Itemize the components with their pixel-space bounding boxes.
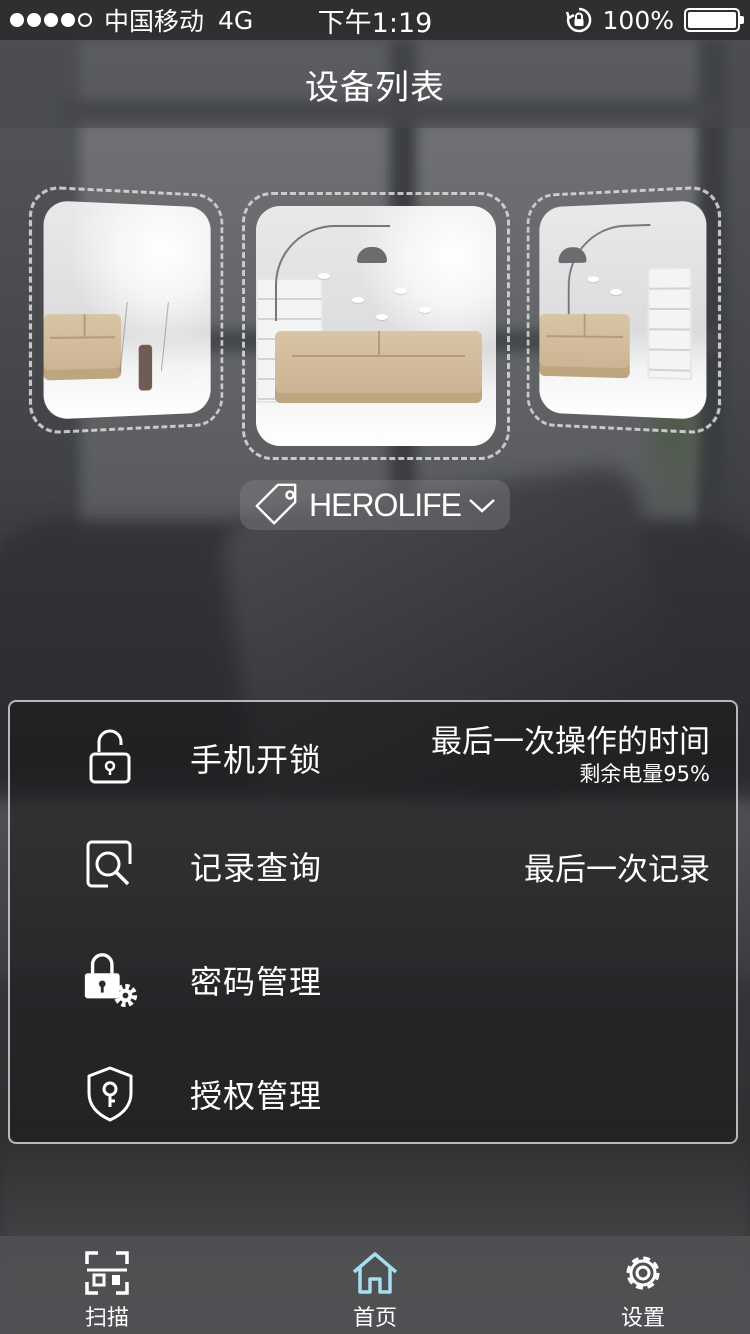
menu-label-authorize: 授权管理 [190, 1077, 323, 1115]
tag-icon [255, 483, 297, 525]
menu-label-records: 记录查询 [190, 849, 323, 887]
menu-item-unlock[interactable]: 手机开锁 最后一次操作的时间 剩余电量95% [10, 702, 736, 814]
room-image [539, 200, 707, 420]
tab-settings[interactable]: 设置 [568, 1236, 718, 1334]
unlock-icon [89, 729, 131, 784]
room-image [256, 206, 496, 446]
shield-key-icon [87, 1066, 133, 1122]
page-title: 设备列表 [305, 67, 445, 108]
scan-icon [85, 1251, 129, 1295]
last-operation-time: 最后一次操作的时间 [431, 724, 710, 760]
tab-home[interactable]: 首页 [300, 1236, 450, 1334]
menu-item-password[interactable]: 密码管理 [10, 924, 736, 1036]
tab-label-home: 首页 [352, 1306, 397, 1331]
device-carousel[interactable] [0, 184, 750, 468]
battery-remaining: 剩余电量95% [579, 762, 710, 786]
lock-gear-icon [84, 953, 138, 1008]
menu-item-records[interactable]: 记录查询 最后一次记录 [10, 810, 736, 922]
battery-percent: 100% [602, 5, 674, 35]
home-icon [352, 1252, 398, 1294]
menu-label-password: 密码管理 [190, 963, 323, 1001]
device-name: HEROLIFE [308, 486, 462, 523]
menu-item-authorize[interactable]: 授权管理 [10, 1038, 736, 1150]
room-image [43, 200, 211, 420]
last-record: 最后一次记录 [524, 851, 710, 888]
device-card-current[interactable] [242, 192, 510, 460]
device-card-next[interactable] [526, 184, 722, 436]
action-menu: 手机开锁 最后一次操作的时间 剩余电量95% 记录查询 最后一次记录 密码管理 … [8, 700, 738, 1144]
tab-label-scan: 扫描 [84, 1306, 129, 1331]
chevron-down-icon [469, 499, 495, 513]
battery-icon [684, 8, 744, 32]
device-card-prev[interactable] [28, 184, 224, 436]
status-bar: 中国移动 4G 下午1:19 100% [0, 0, 750, 40]
device-selector[interactable]: HEROLIFE [240, 480, 510, 530]
search-record-icon [86, 840, 132, 888]
tab-label-settings: 设置 [620, 1306, 665, 1331]
tab-bar: 扫描 首页 设置 [0, 1236, 750, 1334]
gear-icon [626, 1256, 660, 1290]
rotation-lock-icon [565, 7, 591, 33]
menu-label-unlock: 手机开锁 [190, 741, 323, 779]
nav-bar: 设备列表 [0, 40, 750, 128]
tab-scan[interactable]: 扫描 [32, 1236, 182, 1334]
